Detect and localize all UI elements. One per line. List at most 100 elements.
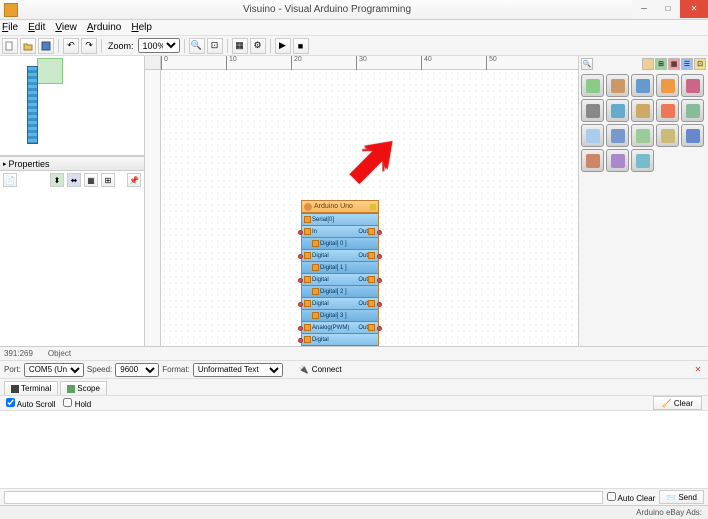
format-label: Format: bbox=[162, 365, 190, 374]
palette-item[interactable] bbox=[656, 124, 679, 147]
properties-header[interactable]: Properties bbox=[0, 156, 144, 171]
palette-item-icon bbox=[586, 154, 600, 168]
palette-item-icon bbox=[686, 129, 700, 143]
component-port[interactable]: Digital bbox=[302, 333, 378, 345]
palette-item-icon bbox=[611, 104, 625, 118]
palette-item[interactable] bbox=[681, 74, 704, 97]
save-button[interactable] bbox=[38, 38, 54, 54]
zoom-fit-button[interactable]: ⊡ bbox=[207, 38, 223, 54]
autoscroll-checkbox[interactable]: Auto Scroll bbox=[6, 398, 55, 409]
zoom-in-button[interactable]: 🔍 bbox=[189, 38, 205, 54]
palette-item[interactable] bbox=[606, 124, 629, 147]
component-port[interactable]: Digital[ 3 ] bbox=[302, 309, 378, 321]
palette-item[interactable] bbox=[631, 99, 654, 122]
tab-terminal[interactable]: Terminal bbox=[4, 381, 58, 395]
tutorial-arrow-icon bbox=[330, 122, 411, 203]
palette-item-icon bbox=[636, 79, 650, 93]
component-port[interactable]: Analog(PWM)Out bbox=[302, 321, 378, 333]
palette-item[interactable] bbox=[631, 124, 654, 147]
menu-edit[interactable]: Edit bbox=[28, 22, 45, 33]
send-button[interactable]: 📨Send bbox=[659, 490, 704, 504]
tool-c-button[interactable]: ▶ bbox=[275, 38, 291, 54]
component-port[interactable]: DigitalOut bbox=[302, 273, 378, 285]
prop-tool-2[interactable]: ⬍ bbox=[50, 173, 64, 187]
component-port[interactable]: DigitalOut bbox=[302, 249, 378, 261]
menu-file[interactable]: File bbox=[2, 22, 18, 33]
connection-row: Port: COM5 (Unav Speed: 9600 Format: Unf… bbox=[0, 361, 708, 379]
format-select[interactable]: Unformatted Text bbox=[193, 363, 283, 377]
terminal-icon bbox=[11, 385, 19, 393]
palette-item[interactable] bbox=[631, 149, 654, 172]
component-port[interactable]: Digital[ 2 ] bbox=[302, 285, 378, 297]
palette-item-icon bbox=[686, 104, 700, 118]
open-button[interactable] bbox=[20, 38, 36, 54]
palette-item-icon bbox=[686, 79, 700, 93]
connect-button[interactable]: Connect bbox=[312, 365, 342, 374]
port-select[interactable]: COM5 (Unav bbox=[24, 363, 84, 377]
new-button[interactable] bbox=[2, 38, 18, 54]
tab-scope[interactable]: Scope bbox=[60, 381, 107, 395]
palette-search-button[interactable]: 🔍 bbox=[581, 58, 593, 70]
menu-arduino[interactable]: Arduino bbox=[87, 22, 121, 33]
canvas[interactable]: Arduino Uno Serial[0]InOutDigital[ 0 ]Di… bbox=[161, 70, 578, 346]
tool-b-button[interactable]: ⚙ bbox=[250, 38, 266, 54]
palette-item-icon bbox=[661, 129, 675, 143]
arduino-component[interactable]: Arduino Uno Serial[0]InOutDigital[ 0 ]Di… bbox=[301, 200, 379, 346]
component-port[interactable]: Digital[ 4 ] bbox=[302, 345, 378, 346]
component-port[interactable]: InOut bbox=[302, 225, 378, 237]
window-title: Visuino - Visual Arduino Programming bbox=[22, 4, 632, 15]
component-port[interactable]: Digital[ 0 ] bbox=[302, 237, 378, 249]
prop-pin-button[interactable]: 📌 bbox=[127, 173, 141, 187]
preview-pane[interactable] bbox=[0, 56, 144, 156]
close-panel-button[interactable]: ✕ bbox=[692, 364, 704, 376]
palette-item[interactable] bbox=[681, 99, 704, 122]
palette-item[interactable] bbox=[581, 149, 604, 172]
palette-t5[interactable]: ⊡ bbox=[694, 58, 706, 70]
prop-tool-4[interactable]: ▦ bbox=[84, 173, 98, 187]
palette-item[interactable] bbox=[581, 124, 604, 147]
send-input[interactable] bbox=[4, 491, 603, 504]
hold-checkbox[interactable]: Hold bbox=[63, 398, 91, 409]
component-port[interactable]: Serial[0] bbox=[302, 213, 378, 225]
speed-label: Speed: bbox=[87, 365, 112, 374]
palette-item[interactable] bbox=[681, 124, 704, 147]
menu-help[interactable]: Help bbox=[131, 22, 152, 33]
prop-tool-3[interactable]: ⬌ bbox=[67, 173, 81, 187]
maximize-button[interactable]: □ bbox=[656, 0, 680, 18]
component-header[interactable]: Arduino Uno bbox=[302, 201, 378, 213]
undo-button[interactable]: ↶ bbox=[63, 38, 79, 54]
palette-t3[interactable]: ▦ bbox=[668, 58, 680, 70]
clear-button[interactable]: 🧹Clear bbox=[653, 396, 702, 410]
palette-item[interactable] bbox=[581, 74, 604, 97]
minimize-button[interactable]: ─ bbox=[632, 0, 656, 18]
tool-d-button[interactable]: ■ bbox=[293, 38, 309, 54]
palette-item[interactable] bbox=[606, 74, 629, 97]
tool-a-button[interactable]: ▦ bbox=[232, 38, 248, 54]
redo-button[interactable]: ↷ bbox=[81, 38, 97, 54]
palette-item[interactable] bbox=[606, 99, 629, 122]
close-button[interactable]: ✕ bbox=[680, 0, 708, 18]
palette-item[interactable] bbox=[581, 99, 604, 122]
palette-item-icon bbox=[661, 104, 675, 118]
palette-item[interactable] bbox=[631, 74, 654, 97]
palette-t4[interactable]: ☰ bbox=[681, 58, 693, 70]
port-label: Port: bbox=[4, 365, 21, 374]
palette-item[interactable] bbox=[656, 99, 679, 122]
component-port[interactable]: Digital[ 1 ] bbox=[302, 261, 378, 273]
menu-view[interactable]: View bbox=[55, 22, 77, 33]
zoom-select[interactable]: 100% bbox=[138, 38, 180, 53]
palette-item[interactable] bbox=[656, 74, 679, 97]
brush-icon: 🧹 bbox=[662, 399, 672, 408]
prop-tool-5[interactable]: ⊞ bbox=[101, 173, 115, 187]
palette-t1[interactable] bbox=[642, 58, 654, 70]
preview-viewport[interactable] bbox=[37, 58, 63, 84]
speed-select[interactable]: 9600 bbox=[115, 363, 159, 377]
palette-t2[interactable]: ⊞ bbox=[655, 58, 667, 70]
canvas-area: 0 10 20 30 40 50 Arduino Uno Serial[0]In… bbox=[145, 56, 578, 346]
ruler-vertical bbox=[145, 70, 161, 346]
prop-tool-1[interactable]: 📄 bbox=[3, 173, 17, 187]
terminal-output[interactable] bbox=[0, 411, 708, 489]
autoclear-checkbox[interactable]: Auto Clear bbox=[607, 492, 656, 503]
palette-item[interactable] bbox=[606, 149, 629, 172]
component-port[interactable]: DigitalOut bbox=[302, 297, 378, 309]
